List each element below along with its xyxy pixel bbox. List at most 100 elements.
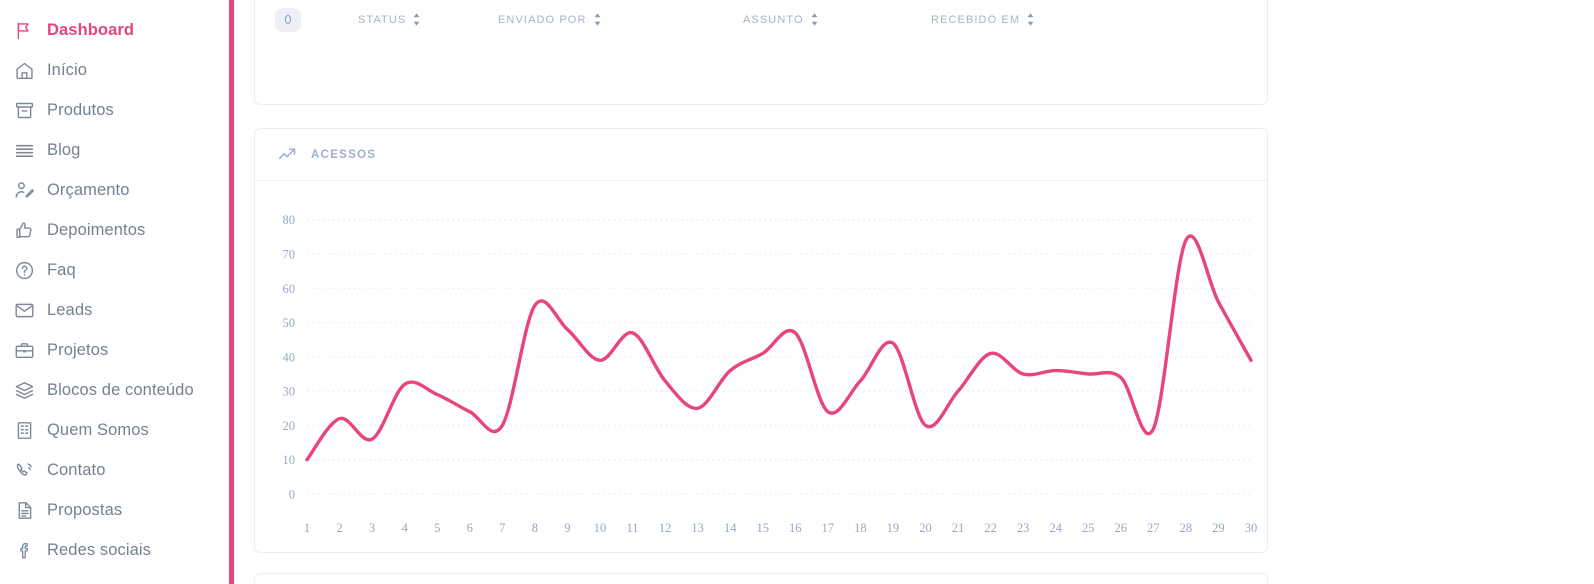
acessos-card-title: ACESSOS bbox=[311, 148, 377, 161]
x-axis-tick-label: 10 bbox=[594, 521, 607, 535]
sidebar-item-contato[interactable]: Contato bbox=[0, 450, 234, 490]
building-icon bbox=[13, 419, 35, 441]
x-axis-tick-label: 3 bbox=[369, 521, 375, 535]
sidebar-item-quem-somos[interactable]: Quem Somos bbox=[0, 410, 234, 450]
column-header-label: ASSUNTO bbox=[743, 13, 804, 26]
y-axis-tick-label: 30 bbox=[283, 385, 296, 399]
x-axis-tick-label: 9 bbox=[564, 521, 570, 535]
y-axis-tick-label: 10 bbox=[283, 453, 296, 467]
main-content: MENSAGENS 0 STATUSENVIADO PORASSUNTORECE… bbox=[234, 0, 1594, 584]
x-axis-tick-label: 4 bbox=[402, 521, 409, 535]
y-axis-tick-label: 60 bbox=[283, 282, 296, 296]
sort-arrows-icon[interactable] bbox=[412, 13, 421, 26]
column-header-assunto[interactable]: ASSUNTO bbox=[743, 13, 819, 26]
sidebar-item-dashboard[interactable]: Dashboard bbox=[0, 10, 234, 50]
y-axis-tick-label: 40 bbox=[283, 350, 296, 364]
sidebar-item-label: Orçamento bbox=[47, 180, 130, 199]
y-axis-tick-label: 0 bbox=[289, 488, 295, 502]
sidebar-item-projetos[interactable]: Projetos bbox=[0, 330, 234, 370]
x-axis-tick-label: 27 bbox=[1147, 521, 1160, 535]
sidebar-item-label: Produtos bbox=[47, 100, 114, 119]
y-axis-tick-label: 50 bbox=[283, 316, 296, 330]
briefcase-icon bbox=[13, 339, 35, 361]
messages-card: MENSAGENS 0 STATUSENVIADO PORASSUNTORECE… bbox=[254, 0, 1268, 105]
sidebar-item-label: Faq bbox=[47, 260, 76, 279]
x-axis-tick-label: 2 bbox=[336, 521, 342, 535]
x-axis-tick-label: 18 bbox=[854, 521, 867, 535]
acessos-chart-svg: 010203040506070801 2 3 4 5 6 7 8 9 10 11 12 13 14 15 16… bbox=[283, 213, 1258, 535]
sidebar-item-label: Propostas bbox=[47, 500, 123, 519]
sidebar-item-label: Quem Somos bbox=[47, 420, 149, 439]
column-header-label: ENVIADO POR bbox=[498, 13, 587, 26]
acessos-card-header: ACESSOS bbox=[255, 129, 1267, 181]
chart-line-series bbox=[305, 234, 1253, 462]
acessos-card: ACESSOS 0 10 20 30 40 50 60 70 80 1 2 3 4 5 6 7 8 9 10 11 12… bbox=[254, 128, 1268, 553]
mail-icon bbox=[13, 299, 35, 321]
sidebar-item-faq[interactable]: Faq bbox=[0, 250, 234, 290]
sort-arrows-icon[interactable] bbox=[810, 13, 819, 26]
sort-arrows-icon[interactable] bbox=[1026, 13, 1035, 26]
messages-table-header: 0 STATUS ENVIADO POR ASSUNTO RECEBIDO EM bbox=[255, 0, 1267, 46]
sidebar-item-label: Leads bbox=[47, 300, 93, 319]
y-axis-tick-label: 70 bbox=[283, 248, 296, 262]
x-axis-tick-label: 19 bbox=[887, 521, 900, 535]
x-axis-tick-label: 14 bbox=[724, 521, 737, 535]
acessos-chart: 0 10 20 30 40 50 60 70 80 1 2 3 4 5 6 7 8 9 10 11 12 13 14 15 16… bbox=[255, 182, 1267, 552]
sidebar-item-label: Projetos bbox=[47, 340, 109, 359]
sidebar-item-label: Contato bbox=[47, 460, 106, 479]
next-card bbox=[254, 573, 1268, 584]
messages-count-badge: 0 bbox=[275, 7, 301, 32]
list-icon bbox=[13, 139, 35, 161]
sidebar-item-label: Redes sociais bbox=[47, 540, 152, 559]
x-axis-tick-label: 7 bbox=[499, 521, 505, 535]
sidebar-item-label: Blocos de conteúdo bbox=[47, 380, 194, 399]
sidebar-item-propostas[interactable]: Propostas bbox=[0, 490, 234, 530]
x-axis-tick-label: 30 bbox=[1245, 521, 1258, 535]
sidebar-item-depoimentos[interactable]: Depoimentos bbox=[0, 210, 234, 250]
column-header-status[interactable]: STATUS bbox=[358, 13, 421, 26]
sidebar-item-blocos-de-conte-do[interactable]: Blocos de conteúdo bbox=[0, 370, 234, 410]
sidebar: Dashboard Início Produtos Blog Orçamento Depo… bbox=[0, 0, 234, 584]
trend-up-icon bbox=[277, 144, 298, 165]
question-icon bbox=[13, 259, 35, 281]
column-header-recebido-em[interactable]: RECEBIDO EM bbox=[931, 13, 1035, 26]
archive-icon bbox=[13, 99, 35, 121]
sort-arrows-icon[interactable] bbox=[593, 13, 602, 26]
document-icon bbox=[13, 499, 35, 521]
sidebar-item-blog[interactable]: Blog bbox=[0, 130, 234, 170]
sidebar-item-label: Blog bbox=[47, 140, 81, 159]
sidebar-item-or-amento[interactable]: Orçamento bbox=[0, 170, 234, 210]
x-axis-tick-label: 13 bbox=[691, 521, 704, 535]
sidebar-item-redes-sociais[interactable]: Redes sociais bbox=[0, 530, 234, 570]
x-axis-tick-label: 11 bbox=[626, 521, 638, 535]
y-axis-tick-label: 20 bbox=[283, 419, 296, 433]
x-axis-tick-label: 29 bbox=[1212, 521, 1225, 535]
x-axis-tick-label: 1 bbox=[304, 521, 310, 535]
x-axis-tick-label: 24 bbox=[1049, 521, 1062, 535]
x-axis-tick-label: 8 bbox=[532, 521, 538, 535]
home-icon bbox=[13, 59, 35, 81]
dashboard-page: Dashboard Início Produtos Blog Orçamento Depo… bbox=[0, 0, 1594, 584]
sidebar-item-leads[interactable]: Leads bbox=[0, 290, 234, 330]
sidebar-item-label: Dashboard bbox=[47, 20, 135, 39]
facebook-icon bbox=[13, 539, 35, 561]
x-axis-tick-label: 12 bbox=[659, 521, 672, 535]
x-axis-tick-label: 6 bbox=[467, 521, 473, 535]
x-axis-tick-label: 26 bbox=[1115, 521, 1128, 535]
sidebar-item-in-cio[interactable]: Início bbox=[0, 50, 234, 90]
x-axis-tick-label: 5 bbox=[434, 521, 440, 535]
sidebar-item-produtos[interactable]: Produtos bbox=[0, 90, 234, 130]
sidebar-item-label: Depoimentos bbox=[47, 220, 146, 239]
x-axis-tick-label: 23 bbox=[1017, 521, 1030, 535]
y-axis-tick-label: 80 bbox=[283, 213, 296, 227]
thumbs-up-icon bbox=[13, 219, 35, 241]
layers-icon bbox=[13, 379, 35, 401]
x-axis-tick-label: 22 bbox=[984, 521, 997, 535]
column-header-enviado-por[interactable]: ENVIADO POR bbox=[498, 13, 602, 26]
x-axis-tick-label: 28 bbox=[1180, 521, 1193, 535]
column-header-label: RECEBIDO EM bbox=[931, 13, 1021, 26]
x-axis-tick-label: 20 bbox=[919, 521, 932, 535]
x-axis-tick-label: 21 bbox=[952, 521, 965, 535]
flag-icon bbox=[13, 19, 35, 41]
column-header-label: STATUS bbox=[358, 13, 407, 26]
